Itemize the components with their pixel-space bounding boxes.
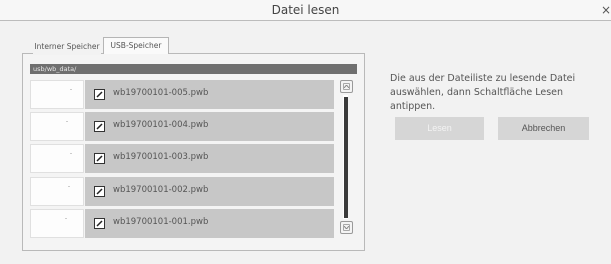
file-name: wb19700101-002.pwb	[113, 185, 209, 195]
title-bar: Datei lesen ×	[0, 0, 611, 21]
cancel-button[interactable]: Abbrechen	[498, 117, 589, 140]
file-thumbnail	[30, 209, 84, 238]
chevron-down-icon[interactable]	[340, 221, 353, 234]
file-row[interactable]: wb19700101-001.pwb	[30, 209, 334, 238]
file-row-body[interactable]: wb19700101-005.pwb	[85, 80, 334, 109]
file-row[interactable]: wb19700101-005.pwb	[30, 80, 334, 109]
close-icon[interactable]: ×	[599, 2, 611, 18]
file-name: wb19700101-003.pwb	[113, 152, 209, 162]
tab-internal-storage[interactable]: Interner Speicher	[33, 39, 101, 55]
file-thumbnail	[30, 80, 84, 109]
dialog-title: Datei lesen	[271, 3, 340, 17]
file-row-body[interactable]: wb19700101-001.pwb	[85, 209, 334, 238]
file-row[interactable]: wb19700101-002.pwb	[30, 177, 334, 206]
file-row-body[interactable]: wb19700101-003.pwb	[85, 144, 334, 173]
file-row[interactable]: wb19700101-003.pwb	[30, 144, 334, 173]
file-name: wb19700101-005.pwb	[113, 88, 209, 98]
chevron-up-icon[interactable]	[340, 80, 353, 93]
file-row[interactable]: wb19700101-004.pwb	[30, 112, 334, 141]
read-button[interactable]: Lesen	[395, 117, 484, 140]
edit-icon	[94, 121, 105, 132]
file-row-body[interactable]: wb19700101-004.pwb	[85, 112, 334, 141]
file-thumbnail	[30, 177, 84, 206]
file-thumbnail	[30, 144, 84, 173]
path-bar: usb/wb_data/	[30, 64, 357, 74]
instruction-text: Die aus der Dateiliste zu lesende Datei …	[390, 73, 576, 112]
tab-usb-storage[interactable]: USB-Speicher	[103, 37, 169, 54]
edit-icon	[94, 218, 105, 229]
edit-icon	[94, 89, 105, 100]
file-row-body[interactable]: wb19700101-002.pwb	[85, 177, 334, 206]
file-thumbnail	[30, 112, 84, 141]
scrollbar-thumb[interactable]	[344, 97, 348, 218]
file-name: wb19700101-004.pwb	[113, 120, 209, 130]
edit-icon	[94, 153, 105, 164]
file-name: wb19700101-001.pwb	[113, 217, 209, 227]
edit-icon	[94, 186, 105, 197]
